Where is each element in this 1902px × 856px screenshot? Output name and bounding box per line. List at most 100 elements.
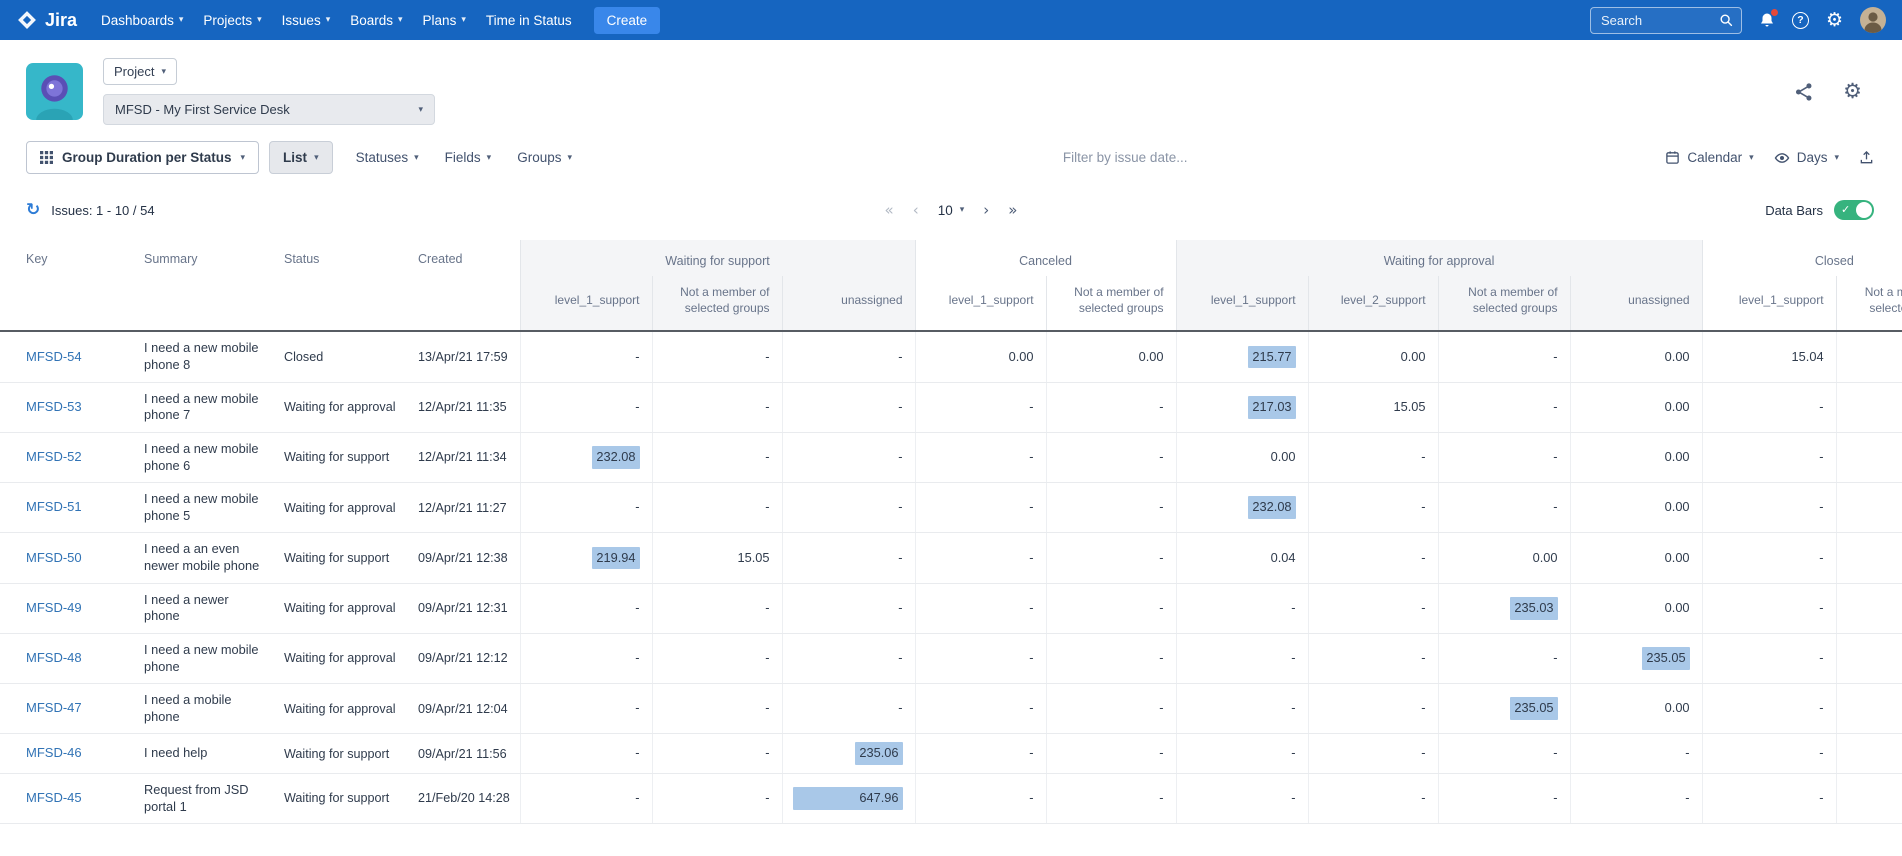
grid-icon: [40, 151, 53, 164]
issue-key-link[interactable]: MFSD-53: [26, 399, 82, 414]
cell-summary: I need help: [134, 734, 274, 774]
data-bar: 232.08: [1248, 496, 1295, 519]
first-page-button[interactable]: «: [885, 201, 894, 219]
time-unit-dropdown[interactable]: Days ▾: [1774, 150, 1839, 166]
jira-logo[interactable]: Jira: [16, 9, 77, 31]
duration-cell: -: [520, 684, 652, 734]
jira-logo-icon: [16, 9, 38, 31]
issue-key-link[interactable]: MFSD-49: [26, 600, 82, 615]
duration-cell: 235.05: [1570, 633, 1702, 683]
duration-cell: -: [1176, 734, 1308, 774]
duration-cell: -: [652, 633, 782, 683]
menu-statuses[interactable]: Statuses▾: [343, 150, 432, 165]
issue-date-filter-input[interactable]: [595, 149, 1655, 166]
calendar-icon: [1665, 150, 1680, 165]
duration-cell: -: [1702, 382, 1836, 432]
nav-item-projects[interactable]: Projects▾: [193, 0, 271, 40]
report-toolbar: Group Duration per Status ▾ List ▾ Statu…: [0, 133, 1902, 174]
duration-cell: -: [915, 633, 1046, 683]
time-unit-label: Days: [1797, 150, 1828, 165]
duration-cell: -: [1046, 583, 1176, 633]
cell-status: Waiting for approval: [274, 382, 408, 432]
project-select-value: MFSD - My First Service Desk: [115, 102, 290, 117]
nav-item-time-in-status[interactable]: Time in Status: [476, 0, 582, 40]
duration-cell: [1836, 533, 1902, 583]
prev-page-button[interactable]: ‹: [913, 201, 919, 219]
duration-per-status-table: KeySummaryStatusCreatedWaiting for suppo…: [0, 240, 1902, 824]
menu-groups[interactable]: Groups▾: [504, 150, 585, 165]
data-bar: 217.03: [1248, 396, 1295, 419]
subcolumn-header-waiting-for-approval-unassigned: unassigned: [1570, 276, 1702, 331]
data-bars-toggle[interactable]: ✓: [1834, 200, 1874, 220]
cell-created: 12/Apr/21 11:35: [408, 382, 520, 432]
project-type-dropdown[interactable]: Project ▾: [103, 58, 177, 85]
duration-cell: -: [1438, 432, 1570, 482]
issue-key-link[interactable]: MFSD-48: [26, 650, 82, 665]
duration-cell: -: [1046, 432, 1176, 482]
issue-key-link[interactable]: MFSD-51: [26, 499, 82, 514]
issue-key-link[interactable]: MFSD-46: [26, 745, 82, 760]
notifications-button[interactable]: [1759, 12, 1775, 28]
help-button[interactable]: ?: [1792, 12, 1809, 29]
menu-fields[interactable]: Fields▾: [432, 150, 505, 165]
duration-cell: -: [1702, 684, 1836, 734]
cell-summary: I need a new mobile phone: [134, 633, 274, 683]
duration-cell: 15.05: [652, 533, 782, 583]
settings-gear-button[interactable]: ⚙: [1826, 11, 1843, 30]
view-mode-label: List: [283, 150, 307, 165]
calendar-dropdown[interactable]: Calendar ▾: [1665, 150, 1753, 165]
duration-cell: -: [1438, 331, 1570, 382]
nav-item-boards[interactable]: Boards▾: [340, 0, 412, 40]
issue-key-link[interactable]: MFSD-45: [26, 790, 82, 805]
toggle-knob: [1856, 202, 1872, 218]
export-button[interactable]: [1859, 150, 1874, 165]
report-settings-gear-button[interactable]: ⚙: [1843, 81, 1862, 102]
duration-cell: 0.00: [1570, 483, 1702, 533]
subcolumn-header-waiting-for-support-unassigned: unassigned: [782, 276, 915, 331]
duration-cell: -: [915, 684, 1046, 734]
page-size-select[interactable]: 10 ▾: [938, 203, 965, 218]
nav-item-plans[interactable]: Plans▾: [413, 0, 476, 40]
view-mode-dropdown[interactable]: List ▾: [269, 141, 333, 174]
search-input[interactable]: [1599, 12, 1711, 29]
issue-key-link[interactable]: MFSD-47: [26, 700, 82, 715]
create-button[interactable]: Create: [594, 7, 661, 34]
group-header-canceled: Canceled: [915, 240, 1176, 276]
project-select[interactable]: MFSD - My First Service Desk ▾: [103, 94, 435, 125]
nav-item-issues[interactable]: Issues▾: [272, 0, 341, 40]
duration-cell: -: [1702, 432, 1836, 482]
duration-cell: 0.00: [1308, 331, 1438, 382]
cell-key: MFSD-50: [0, 533, 134, 583]
table-row: MFSD-47I need a mobile phoneWaiting for …: [0, 684, 1902, 734]
chevron-down-icon: ▾: [414, 153, 419, 163]
cell-status: Waiting for approval: [274, 684, 408, 734]
issue-key-link[interactable]: MFSD-54: [26, 349, 82, 364]
navbar-search-box[interactable]: [1590, 7, 1742, 34]
duration-cell: [1836, 774, 1902, 824]
duration-cell: -: [1570, 774, 1702, 824]
share-button[interactable]: [1793, 81, 1815, 103]
chevron-down-icon: ▾: [1749, 153, 1754, 163]
next-page-button[interactable]: ›: [983, 201, 989, 219]
chevron-down-icon: ▾: [418, 105, 423, 115]
duration-cell: -: [652, 382, 782, 432]
cell-status: Waiting for support: [274, 774, 408, 824]
nav-item-dashboards[interactable]: Dashboards▾: [91, 0, 193, 40]
duration-cell: -: [1046, 684, 1176, 734]
table-row: MFSD-45Request from JSD portal 1Waiting …: [0, 774, 1902, 824]
subcolumn-header-canceled-not-a-member-of-selected-groups: Not a member of selected groups: [1046, 276, 1176, 331]
user-avatar[interactable]: [1860, 7, 1886, 33]
refresh-button[interactable]: ↻: [26, 200, 40, 220]
cell-status: Waiting for approval: [274, 633, 408, 683]
last-page-button[interactable]: »: [1008, 201, 1017, 219]
chevron-down-icon: ▾: [241, 153, 246, 163]
duration-cell: -: [1308, 633, 1438, 683]
group-header-waiting-for-approval: Waiting for approval: [1176, 240, 1702, 276]
issue-key-link[interactable]: MFSD-52: [26, 449, 82, 464]
duration-cell: [1836, 432, 1902, 482]
report-type-dropdown[interactable]: Group Duration per Status ▾: [26, 141, 259, 174]
cell-key: MFSD-52: [0, 432, 134, 482]
duration-cell: -: [1702, 583, 1836, 633]
duration-cell: 0.00: [1438, 533, 1570, 583]
issue-key-link[interactable]: MFSD-50: [26, 550, 82, 565]
